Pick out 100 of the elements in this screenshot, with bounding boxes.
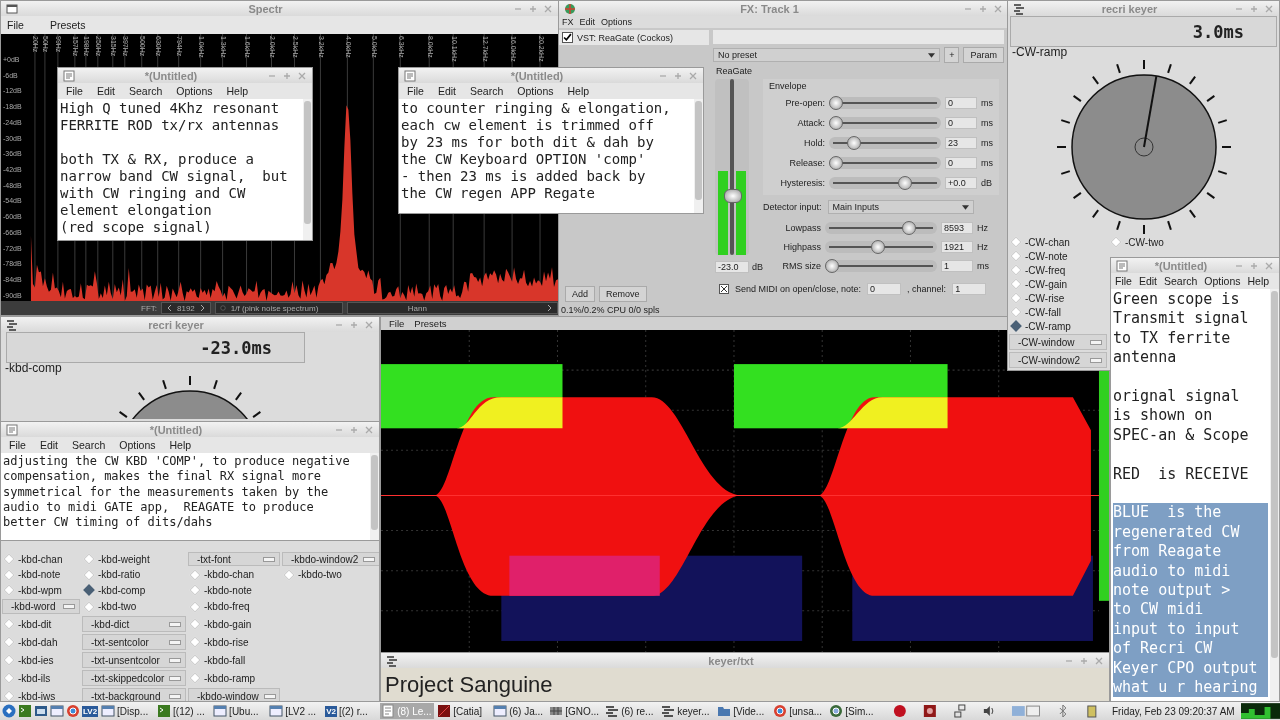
menu-item[interactable]: File <box>66 85 83 97</box>
menu-item[interactable]: Edit <box>96 85 115 97</box>
radio-option[interactable]: -kbdo-ramp <box>187 669 281 687</box>
option-menu-button[interactable]: -kbdo-window <box>188 688 280 701</box>
terminal-icon[interactable] <box>18 704 32 718</box>
menu-item[interactable]: Help <box>226 85 249 97</box>
radio-option[interactable]: -CW-ramp <box>1008 319 1108 333</box>
radio-option[interactable]: -CW-two <box>1108 235 1279 249</box>
slider-thumb[interactable] <box>829 115 843 130</box>
slider[interactable] <box>829 116 941 129</box>
option-menu-button[interactable]: -txt-sentcolor <box>82 634 186 650</box>
menu-item[interactable]: Search <box>1164 275 1198 287</box>
text-area[interactable]: Project Sanguine <box>381 668 1109 701</box>
param-button[interactable]: Param <box>963 47 1004 63</box>
taskbar-button[interactable]: [Catia] <box>436 703 491 719</box>
menu-item[interactable]: Options <box>119 439 156 451</box>
taskbar-button[interactable]: keyer... <box>660 703 715 719</box>
taskbar-button[interactable]: [LV2 ... <box>268 703 323 719</box>
menu-item[interactable]: Options <box>176 85 213 97</box>
slider-thumb[interactable] <box>901 220 916 235</box>
window-function-selector[interactable]: Hann <box>346 302 558 314</box>
close-icon[interactable] <box>993 3 1003 14</box>
chevron-right-icon[interactable] <box>547 304 553 312</box>
record-icon[interactable] <box>892 704 908 718</box>
value-field[interactable]: 1 <box>941 259 973 272</box>
radio-option[interactable]: -kbd-note <box>1 567 81 582</box>
close-icon[interactable] <box>1264 260 1274 271</box>
menu-item[interactable]: Options <box>601 17 633 27</box>
radio-option[interactable]: -kbd-dit <box>1 615 81 633</box>
close-icon[interactable] <box>1264 3 1274 14</box>
slider[interactable] <box>825 259 937 272</box>
close-icon[interactable] <box>543 3 553 14</box>
slider-thumb[interactable] <box>829 95 843 110</box>
scrollbar[interactable] <box>370 453 379 540</box>
radio-option[interactable]: -kbd-iws <box>1 687 81 701</box>
value-field[interactable]: 8593 <box>941 221 973 234</box>
menu-item[interactable]: FX <box>562 17 574 27</box>
scrollbar[interactable] <box>694 99 703 213</box>
radio-option[interactable]: -kbd-comp <box>81 582 187 598</box>
radio-option[interactable]: -kbdo-gain <box>187 615 281 633</box>
radio-option[interactable]: -kbd-chan <box>1 551 81 567</box>
gain-field[interactable]: -23.0 <box>715 261 749 273</box>
close-icon[interactable] <box>364 319 374 330</box>
menu-item[interactable]: Edit <box>1138 275 1157 287</box>
option-menu-button[interactable]: -txt-unsentcolor <box>82 652 186 668</box>
value-field[interactable]: 1921 <box>941 240 973 253</box>
menu-item[interactable]: Help <box>567 85 590 97</box>
radio-option[interactable]: -CW-freq <box>1008 263 1108 277</box>
radio-option[interactable]: -kbd-weight <box>81 551 187 567</box>
app-badge-icon[interactable]: LV2 <box>82 705 99 717</box>
option-menu-button[interactable]: -kbd-dict <box>82 616 186 632</box>
checkbox[interactable] <box>719 284 729 294</box>
slider[interactable] <box>829 176 941 189</box>
menu-item[interactable]: File <box>1115 275 1132 287</box>
taskbar-button[interactable]: V2 [(2) r... <box>324 703 379 719</box>
fft-size-spinner[interactable]: 8192 <box>161 302 211 314</box>
radio-option[interactable]: -kbd-wpm <box>1 582 81 598</box>
menu-item[interactable]: File <box>7 19 24 31</box>
remove-button[interactable]: Remove <box>599 286 647 302</box>
value-field[interactable]: 0 <box>945 116 977 129</box>
checkbox[interactable] <box>562 32 573 43</box>
taskbar-button[interactable]: (6) Ja... <box>492 703 547 719</box>
radio-option[interactable]: -CW-rise <box>1008 291 1108 305</box>
note-field[interactable]: 0 <box>867 283 902 295</box>
menu-item[interactable]: Edit <box>39 439 58 451</box>
radio-option[interactable]: -kbd-ils <box>1 669 81 687</box>
menu-item[interactable]: Help <box>1247 275 1270 287</box>
battery-icon[interactable] <box>1084 704 1100 718</box>
option-menu-button[interactable]: -kbd-word <box>2 599 80 614</box>
slider[interactable] <box>829 156 941 169</box>
menu-item[interactable]: Search <box>470 85 504 97</box>
menu-item[interactable]: File <box>407 85 424 97</box>
app-icon[interactable] <box>922 704 938 718</box>
slider[interactable] <box>825 240 937 253</box>
taskbar-button[interactable]: [Ubu... <box>212 703 267 719</box>
channel-field[interactable]: 1 <box>952 283 987 295</box>
taskbar-button[interactable]: [Sim... <box>828 703 883 719</box>
menu-item[interactable]: Options <box>1204 275 1241 287</box>
radio-option[interactable]: -kbd-dah <box>1 633 81 651</box>
close-icon[interactable] <box>364 424 374 435</box>
slider-thumb[interactable] <box>825 258 839 273</box>
radio-option[interactable]: -kbdo-freq <box>187 598 281 615</box>
option-menu-button[interactable]: -txt-skippedcolor <box>82 670 186 686</box>
menu-item[interactable]: Search <box>129 85 163 97</box>
slider-thumb[interactable] <box>829 155 843 170</box>
close-icon[interactable] <box>688 70 698 81</box>
radio-option[interactable]: -kbdo-note <box>187 582 281 598</box>
menu-item[interactable]: File <box>9 439 26 451</box>
taskbar-button[interactable]: [unsa... <box>772 703 827 719</box>
threshold-slider[interactable] <box>715 79 749 255</box>
workspace-switcher-icon[interactable] <box>1011 704 1041 718</box>
radio-option[interactable]: -kbdo-two <box>281 567 379 582</box>
browser-icon[interactable] <box>66 704 80 718</box>
clock[interactable]: Friday, Feb 23 09:20:37 AM <box>1111 705 1235 717</box>
taskbar-button[interactable]: (6) re... <box>604 703 659 719</box>
menu-item[interactable]: Presets <box>49 19 86 31</box>
chevron-left-icon[interactable] <box>166 304 172 312</box>
cpu-graph-icon[interactable] <box>1240 703 1280 719</box>
slider[interactable] <box>825 221 937 234</box>
taskbar-button[interactable]: [Disp... <box>100 703 155 719</box>
